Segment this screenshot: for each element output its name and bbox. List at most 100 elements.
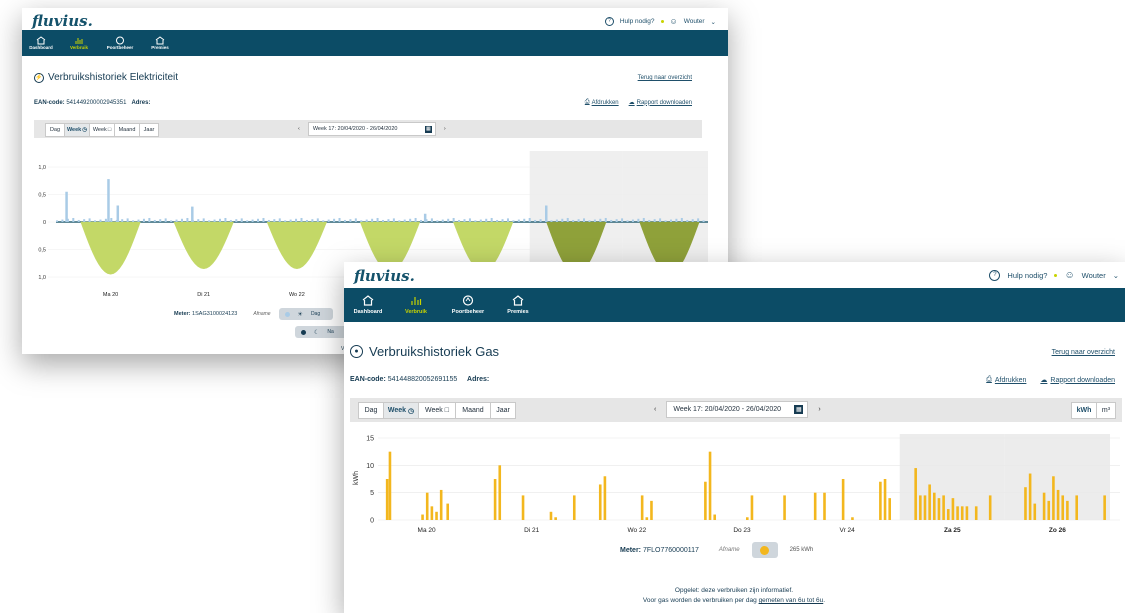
period-maand[interactable]: Maand (456, 403, 491, 418)
x-tick-label: Wo 22 (628, 527, 647, 534)
afname-bar (305, 219, 308, 222)
gas-measure-link[interactable]: gemeten van 6u tot 6u (759, 597, 824, 604)
prev-week-button[interactable]: ‹ (298, 126, 300, 132)
gas-bar (1033, 503, 1037, 520)
y-tick-label: 1,0 (38, 165, 46, 171)
prev-week-button[interactable]: ‹ (654, 406, 656, 413)
nav-dashboard[interactable]: Dashboard (22, 30, 60, 56)
afname-bar (235, 219, 238, 222)
period-maand[interactable]: Maand (115, 124, 140, 136)
afname-bar (621, 218, 624, 222)
lightning-icon: ⚡ (34, 72, 44, 83)
chevron-down-icon[interactable]: ⌄ (1113, 271, 1119, 280)
nav-poortbeheer[interactable]: Poortbeheer (98, 30, 142, 56)
legend-nacht[interactable]: ☾ Na (295, 326, 349, 338)
gas-bar (598, 484, 602, 520)
print-button[interactable]: ⎙ Afdrukken (585, 99, 619, 106)
nav-poortbeheer[interactable]: Poortbeheer (440, 288, 496, 322)
afname-bar (159, 219, 162, 222)
clock-icon: ◷ (82, 127, 88, 133)
fluvius-logo[interactable]: fluvius. (32, 12, 93, 30)
afname-bar (490, 217, 493, 222)
separator-dot (1054, 274, 1058, 277)
afname-bar (94, 220, 97, 222)
euro-house-icon (155, 36, 165, 45)
afname-bar (376, 217, 379, 222)
afname-bar (686, 219, 689, 222)
cloud-download-icon: ☁ (1040, 377, 1048, 384)
afname-bar (224, 217, 227, 222)
gas-bar (919, 495, 922, 520)
legend-afname-toggle[interactable] (751, 542, 778, 558)
back-link[interactable]: Terug naar overzicht (1052, 349, 1115, 356)
nav-verbruik[interactable]: Verbruik (392, 288, 440, 322)
unit-kwh[interactable]: kWh (1072, 403, 1097, 418)
period-jaar[interactable]: Jaar (491, 403, 515, 418)
y-tick-label: 0 (43, 220, 46, 226)
afname-bar (512, 220, 515, 222)
period-week-day[interactable]: Week ◷ (65, 124, 90, 136)
calendar-icon[interactable]: ▦ (424, 125, 432, 133)
afname-bar (474, 220, 477, 222)
user-name[interactable]: Wouter (1082, 271, 1106, 280)
x-tick-label: Di 21 (524, 527, 540, 534)
period-week-calendar[interactable]: Week □ (419, 403, 456, 418)
afname-bar (365, 219, 368, 222)
next-week-button[interactable]: › (818, 406, 820, 413)
gas-bar (841, 479, 845, 520)
calendar-icon[interactable]: ▦ (794, 405, 804, 414)
period-jaar[interactable]: Jaar (140, 124, 158, 136)
afname-bar (425, 219, 428, 222)
legend-dag[interactable]: ☀ Dag (278, 308, 333, 320)
gas-bar (1028, 473, 1032, 520)
period-week-day[interactable]: Week ◷ (384, 403, 419, 418)
help-link[interactable]: Hulp nodig? (1007, 271, 1047, 280)
gas-bar (1047, 500, 1051, 520)
chevron-down-icon[interactable]: ⌄ (711, 18, 716, 26)
fluvius-logo[interactable]: fluvius. (354, 267, 415, 285)
period-week-calendar[interactable]: Week □ (90, 124, 115, 136)
nav-verbruik[interactable]: Verbruik (60, 30, 98, 56)
afname-bar (213, 219, 216, 222)
gas-bar (883, 479, 887, 520)
user-name[interactable]: Wouter (684, 18, 705, 25)
print-button[interactable]: ⎙ Afdrukken (986, 376, 1026, 384)
meter-icon (462, 295, 474, 306)
gas-bar (1075, 495, 1078, 520)
user-icon[interactable]: ☺ (1064, 270, 1074, 281)
next-week-button[interactable]: › (444, 126, 446, 132)
gas-bar (1024, 487, 1027, 520)
help-icon[interactable]: ? (604, 17, 614, 26)
y-tick-label: 0,5 (38, 193, 46, 199)
y-tick-label: 0 (370, 518, 374, 525)
afname-bar (251, 219, 254, 222)
unit-m3[interactable]: m³ (1097, 403, 1115, 418)
week-input[interactable]: Week 17: 20/04/2020 - 26/04/2020 ▦ (666, 401, 809, 418)
back-link[interactable]: Terug naar overzicht (638, 75, 692, 81)
legend-dot (301, 329, 306, 335)
afname-bar (593, 219, 596, 222)
ean-info: EAN-code: 541448820052691155 Adres: (350, 376, 490, 383)
afname-bar (110, 217, 113, 222)
gas-bar (1052, 476, 1055, 520)
nav-premies[interactable]: Premies (142, 30, 178, 56)
afname-bar (115, 219, 118, 222)
download-button[interactable]: ☁ Rapport downloaden (1040, 376, 1115, 385)
period-dag[interactable]: Dag (359, 403, 384, 418)
gas-bar (1061, 495, 1065, 520)
user-icon[interactable]: ☺ (670, 17, 678, 26)
download-button[interactable]: ☁ Rapport downloaden (629, 99, 692, 107)
nav-dashboard[interactable]: Dashboard (344, 288, 392, 322)
afname-bar (436, 220, 439, 222)
period-toolbar: Dag Week ◷ Week □ Maand Jaar ‹ Week 17: 20… (34, 120, 702, 138)
help-link[interactable]: Hulp nodig? (620, 18, 655, 25)
afname-bar (197, 219, 200, 222)
afname-bar (164, 218, 167, 222)
week-input[interactable]: Week 17: 20/04/2020 - 26/04/2020 ▦ (307, 122, 436, 136)
nav-premies[interactable]: Premies (496, 288, 540, 322)
printer-icon: ⎙ (584, 99, 590, 105)
period-dag[interactable]: Dag (46, 124, 65, 136)
help-icon[interactable]: ? (989, 270, 1001, 281)
afname-bar (382, 219, 384, 222)
legend-night-row: ☾ Na (295, 326, 349, 338)
